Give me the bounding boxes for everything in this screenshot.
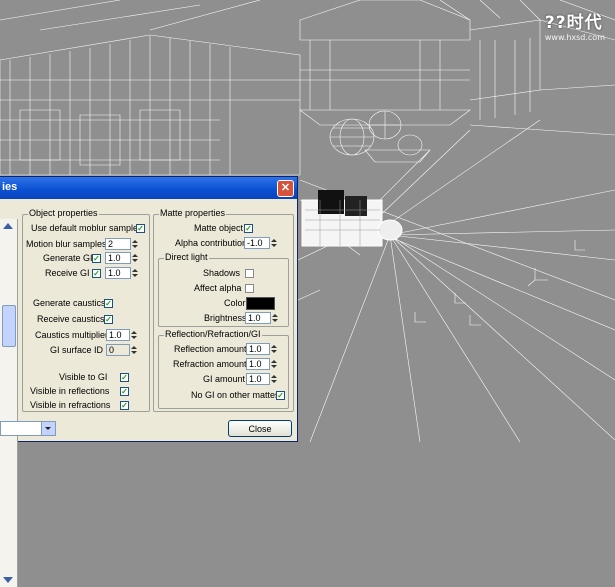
motion-blur-samples-label: Motion blur samples xyxy=(26,239,107,249)
gi-surface-id-field[interactable]: 0 xyxy=(106,344,130,356)
object-select-dropdown[interactable] xyxy=(0,421,56,436)
color-swatch[interactable] xyxy=(246,297,275,310)
shadows-label: Shadows xyxy=(203,268,241,278)
generate-gi-label: Generate GI xyxy=(43,253,93,263)
motion-blur-samples-field[interactable]: 2 xyxy=(105,238,131,250)
alpha-contribution-spinner[interactable] xyxy=(271,237,277,249)
dialog-titlebar[interactable]: ies ✕ xyxy=(0,177,297,199)
gi-surface-id-spinner[interactable] xyxy=(131,344,137,356)
close-icon[interactable]: ✕ xyxy=(277,180,294,197)
chevron-down-icon[interactable] xyxy=(41,422,55,435)
left-scroll-strip[interactable] xyxy=(0,219,18,587)
direct-light-title: Direct light xyxy=(164,252,209,262)
scroll-thumb[interactable] xyxy=(2,305,16,347)
brightness-spinner[interactable] xyxy=(272,312,278,324)
no-gi-other-mattes-checkbox[interactable]: ✓ xyxy=(276,391,285,400)
generate-caustics-label: Generate caustics xyxy=(33,298,106,308)
object-properties-group: Object properties Use default moblur sam… xyxy=(22,208,150,412)
watermark-logo: ??时代 www.hxsd.com xyxy=(545,8,605,42)
receive-caustics-checkbox[interactable]: ✓ xyxy=(104,315,113,324)
gi-amount-field[interactable]: 1.0 xyxy=(246,373,270,385)
reflection-refraction-gi-group: Reflection/Refraction/GI Reflection amou… xyxy=(158,329,289,409)
watermark-logo-text: ??时代 xyxy=(544,13,603,33)
caustics-multiplier-field[interactable]: 1.0 xyxy=(106,329,130,341)
receive-gi-label: Receive GI xyxy=(45,268,90,278)
matte-object-label: Matte object xyxy=(194,223,244,233)
reflection-refraction-gi-title: Reflection/Refraction/GI xyxy=(164,329,262,339)
receive-gi-field[interactable]: 1.0 xyxy=(105,267,131,279)
alpha-contribution-label: Alpha contribution xyxy=(175,238,248,248)
no-gi-other-mattes-label: No GI on other mattes xyxy=(191,390,280,400)
visible-to-gi-label: Visible to GI xyxy=(59,372,108,382)
shadows-checkbox[interactable] xyxy=(245,269,254,278)
dialog-title: ies xyxy=(2,181,18,193)
brightness-field[interactable]: 1.0 xyxy=(245,312,271,324)
direct-light-group: Direct light Shadows Affect alpha Color … xyxy=(158,252,289,327)
refraction-amount-spinner[interactable] xyxy=(271,358,277,370)
caustics-multiplier-label: Caustics multiplier xyxy=(35,330,109,340)
matte-object-checkbox[interactable]: ✓ xyxy=(244,224,253,233)
visible-in-refractions-label: Visible in refractions xyxy=(30,400,111,410)
matte-properties-group: Matte properties Matte object ✓ Alpha co… xyxy=(153,208,294,412)
scroll-down-icon[interactable] xyxy=(3,577,13,583)
gi-surface-id-label: GI surface ID xyxy=(50,345,104,355)
visible-to-gi-checkbox[interactable]: ✓ xyxy=(120,373,129,382)
watermark-url: www.hxsd.com xyxy=(544,33,605,42)
visible-in-reflections-checkbox[interactable]: ✓ xyxy=(120,387,129,396)
generate-caustics-checkbox[interactable]: ✓ xyxy=(104,299,113,308)
color-label: Color xyxy=(224,298,246,308)
visible-in-reflections-label: Visible in reflections xyxy=(30,386,110,396)
receive-gi-spinner[interactable] xyxy=(132,267,138,279)
caustics-multiplier-spinner[interactable] xyxy=(131,329,137,341)
receive-caustics-label: Receive caustics xyxy=(37,314,105,324)
object-properties-title: Object properties xyxy=(28,208,99,218)
receive-gi-checkbox[interactable]: ✓ xyxy=(92,269,101,278)
use-default-moblur-checkbox[interactable]: ✓ xyxy=(136,224,145,233)
generate-gi-field[interactable]: 1.0 xyxy=(105,252,131,264)
reflection-amount-spinner[interactable] xyxy=(271,343,277,355)
affect-alpha-checkbox[interactable] xyxy=(245,284,254,293)
reflection-amount-label: Reflection amount xyxy=(174,344,247,354)
alpha-contribution-field[interactable]: -1.0 xyxy=(244,237,270,249)
object-properties-dialog: ies ✕ Object properties Use default mobl… xyxy=(0,176,298,587)
motion-blur-samples-spinner[interactable] xyxy=(132,238,138,250)
gi-amount-spinner[interactable] xyxy=(271,373,277,385)
visible-in-refractions-checkbox[interactable]: ✓ xyxy=(120,401,129,410)
brightness-label: Brightness xyxy=(204,313,247,323)
close-button[interactable]: Close xyxy=(228,420,292,437)
gi-amount-label: GI amount xyxy=(203,374,246,384)
use-default-moblur-label: Use default moblur samples xyxy=(31,223,143,233)
scroll-up-icon[interactable] xyxy=(3,223,13,229)
generate-gi-checkbox[interactable]: ✓ xyxy=(92,254,101,263)
affect-alpha-label: Affect alpha xyxy=(194,283,242,293)
reflection-amount-field[interactable]: 1.0 xyxy=(246,343,270,355)
matte-properties-title: Matte properties xyxy=(159,208,227,218)
refraction-amount-field[interactable]: 1.0 xyxy=(246,358,270,370)
refraction-amount-label: Refraction amount xyxy=(173,359,247,369)
generate-gi-spinner[interactable] xyxy=(132,252,138,264)
